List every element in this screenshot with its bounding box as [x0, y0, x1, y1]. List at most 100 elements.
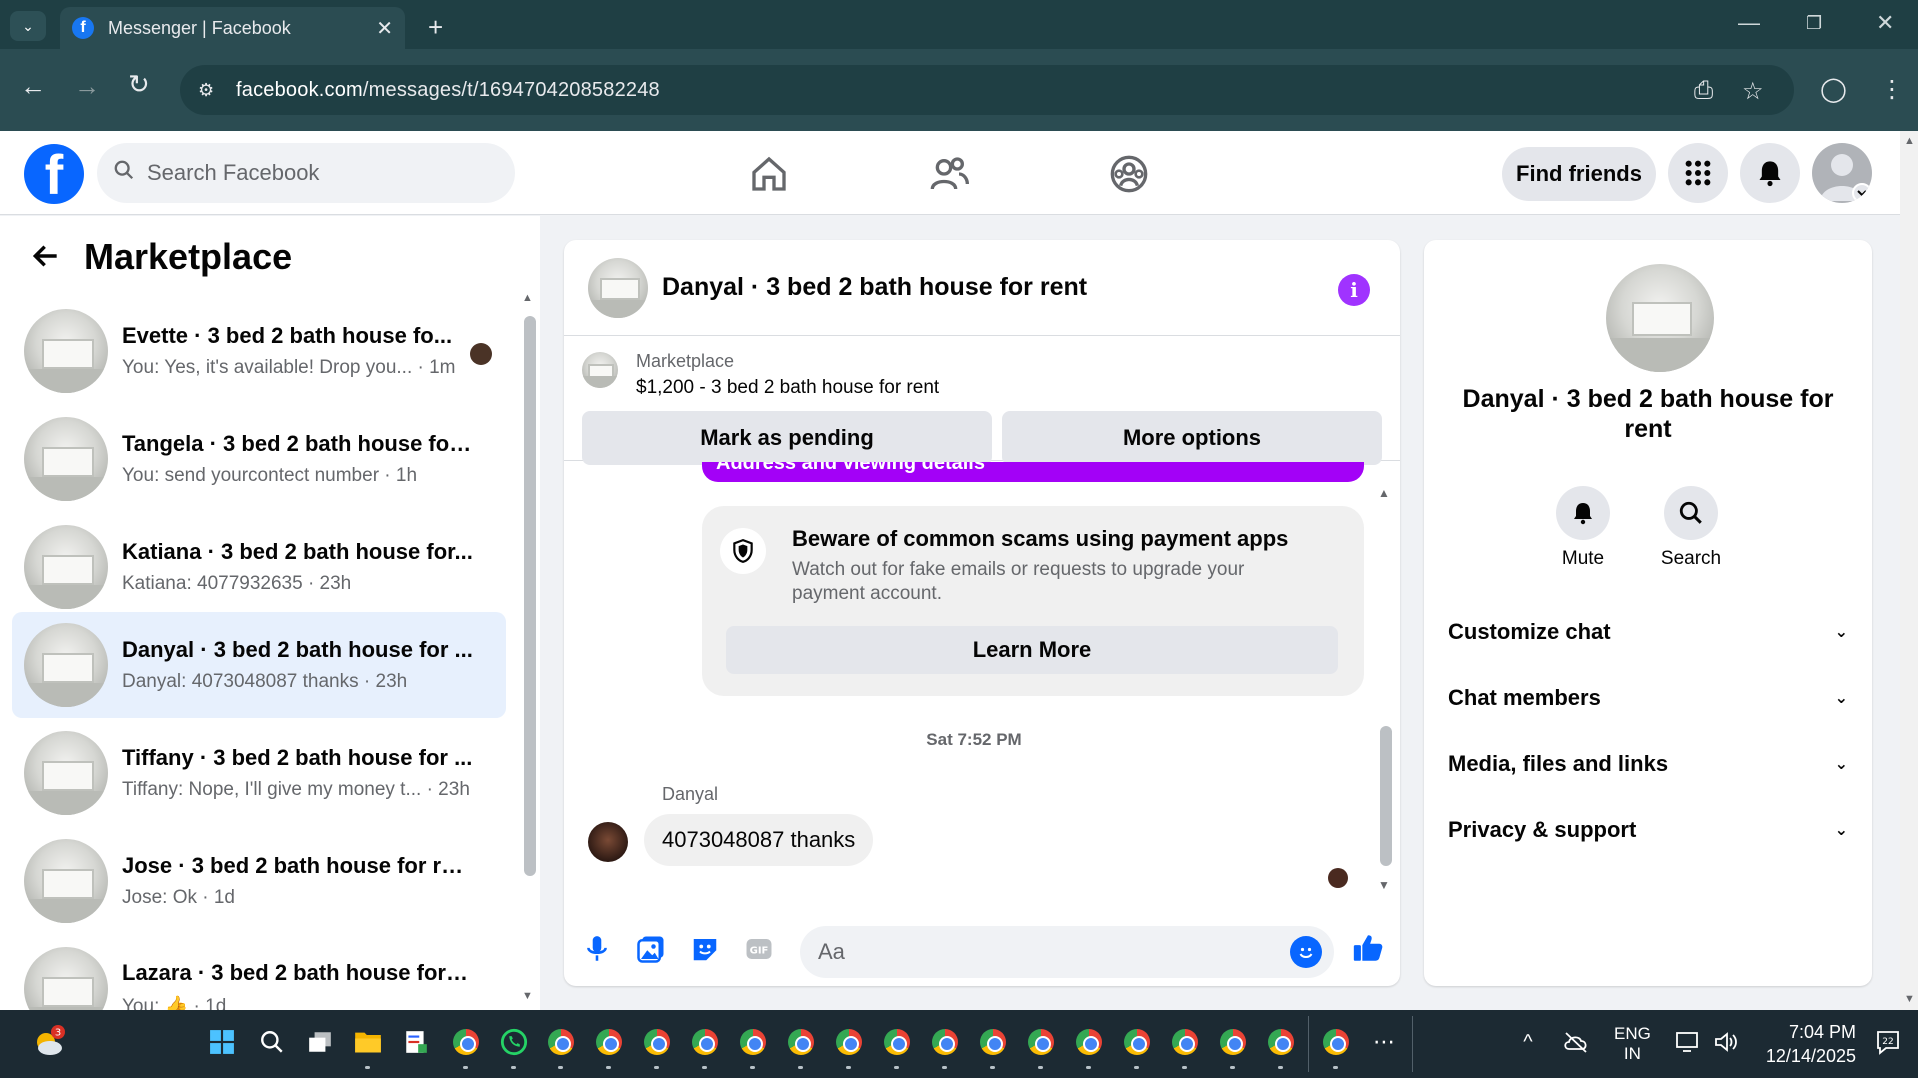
- back-arrow-icon[interactable]: [30, 240, 62, 280]
- chrome-icon[interactable]: [450, 1026, 482, 1058]
- chat-row[interactable]: Katiana · 3 bed 2 bath house for... Katia…: [12, 514, 506, 620]
- home-icon[interactable]: [744, 149, 794, 199]
- minimize-icon[interactable]: —: [1738, 10, 1760, 36]
- emoji-icon[interactable]: [1290, 936, 1322, 968]
- chrome-icon[interactable]: [593, 1026, 625, 1058]
- scroll-down-arrow-icon[interactable]: ▼: [1378, 878, 1390, 892]
- tab-search-chevron-icon[interactable]: ⌄: [10, 11, 46, 41]
- learn-more-button[interactable]: Learn More: [726, 626, 1338, 674]
- address-bar[interactable]: ⚙ facebook.com/messages/t/16947042085822…: [180, 65, 1794, 115]
- scroll-up-arrow-icon[interactable]: ▲: [1904, 135, 1915, 147]
- chrome-icon[interactable]: [1073, 1026, 1105, 1058]
- windows-start-icon[interactable]: [206, 1026, 238, 1058]
- chat-row[interactable]: Jose · 3 bed 2 bath house for rent Jose: …: [12, 828, 506, 934]
- chrome-active-icon[interactable]: [1320, 1026, 1352, 1058]
- volume-icon[interactable]: [1710, 1026, 1742, 1058]
- mute-button[interactable]: Mute: [1538, 486, 1628, 570]
- conversation-avatar[interactable]: [588, 257, 648, 318]
- window-close-icon[interactable]: ✕: [1876, 10, 1894, 36]
- scroll-up-arrow-icon[interactable]: ▲: [522, 292, 533, 304]
- search-icon[interactable]: [256, 1026, 288, 1058]
- conversation-scrollbar[interactable]: [1380, 726, 1392, 866]
- menu-grid-icon[interactable]: [1668, 143, 1728, 203]
- task-view-icon[interactable]: [304, 1026, 336, 1058]
- scroll-up-arrow-icon[interactable]: ▲: [1378, 486, 1390, 500]
- more-overflow-icon[interactable]: ⋯: [1368, 1026, 1400, 1058]
- more-options-button[interactable]: More options: [1002, 411, 1382, 465]
- account-avatar[interactable]: [1812, 143, 1872, 203]
- page-scrollbar[interactable]: ▲ ▼: [1900, 131, 1918, 1010]
- chrome-icon[interactable]: [1217, 1026, 1249, 1058]
- back-icon[interactable]: ←: [20, 71, 46, 102]
- new-tab-icon[interactable]: +: [428, 12, 443, 43]
- photo-icon[interactable]: [634, 932, 668, 966]
- chat-row-active[interactable]: Danyal · 3 bed 2 bath house for ... Danya…: [12, 612, 506, 718]
- chrome-icon[interactable]: [785, 1026, 817, 1058]
- chat-members-section[interactable]: Chat members ⌄: [1448, 678, 1848, 718]
- scroll-down-arrow-icon[interactable]: ▼: [1904, 993, 1915, 1005]
- microphone-icon[interactable]: [580, 932, 614, 966]
- mark-as-pending-button[interactable]: Mark as pending: [582, 411, 992, 465]
- conversation-title[interactable]: Danyal · 3 bed 2 bath house for rent: [662, 273, 1087, 302]
- whatsapp-icon[interactable]: [498, 1026, 530, 1058]
- listing-thumbnail[interactable]: [582, 352, 618, 388]
- search-in-conversation-button[interactable]: Search: [1646, 486, 1736, 570]
- chrome-icon[interactable]: [1121, 1026, 1153, 1058]
- message-input-field[interactable]: [800, 926, 1334, 978]
- chrome-icon[interactable]: [641, 1026, 673, 1058]
- chrome-icon[interactable]: [833, 1026, 865, 1058]
- chat-row[interactable]: Tiffany · 3 bed 2 bath house for ... Tiff…: [12, 720, 506, 826]
- file-explorer-icon[interactable]: [352, 1026, 384, 1058]
- input-language[interactable]: ENG IN: [1614, 1024, 1651, 1064]
- privacy-support-section[interactable]: Privacy & support ⌄: [1448, 810, 1848, 850]
- site-info-icon[interactable]: ⚙: [198, 80, 228, 101]
- chrome-icon[interactable]: [1169, 1026, 1201, 1058]
- chrome-icon[interactable]: [881, 1026, 913, 1058]
- notifications-bell-icon[interactable]: [1740, 143, 1800, 203]
- chrome-icon[interactable]: [1025, 1026, 1057, 1058]
- facebook-search[interactable]: [97, 143, 515, 203]
- sticker-icon[interactable]: [688, 932, 722, 966]
- reload-icon[interactable]: ↻: [128, 69, 150, 100]
- chrome-icon[interactable]: [977, 1026, 1009, 1058]
- sender-avatar[interactable]: [588, 822, 628, 862]
- forward-icon[interactable]: →: [74, 71, 100, 102]
- media-files-links-section[interactable]: Media, files and links ⌄: [1448, 744, 1848, 784]
- browser-tab[interactable]: f Messenger | Facebook ✕: [60, 7, 405, 49]
- restore-icon[interactable]: ❐: [1806, 13, 1822, 34]
- bookmark-star-icon[interactable]: ☆: [1742, 77, 1764, 106]
- chrome-icon[interactable]: [545, 1026, 577, 1058]
- message-input[interactable]: [818, 939, 1258, 965]
- find-friends-button[interactable]: Find friends: [1502, 147, 1656, 201]
- info-icon[interactable]: i: [1338, 274, 1370, 306]
- listing-price[interactable]: $1,200 - 3 bed 2 bath house for rent: [636, 377, 939, 399]
- chat-row[interactable]: Evette · 3 bed 2 bath house fo... You: Ye…: [12, 298, 506, 404]
- notepad-app-icon[interactable]: [400, 1026, 432, 1058]
- like-thumbs-up-icon[interactable]: [1348, 928, 1388, 968]
- chrome-icon[interactable]: [929, 1026, 961, 1058]
- tab-close-icon[interactable]: ✕: [376, 16, 393, 41]
- chrome-menu-icon[interactable]: ⋮: [1880, 75, 1904, 104]
- facebook-logo[interactable]: f: [24, 144, 84, 204]
- weather-widget-icon[interactable]: 3: [30, 1024, 66, 1060]
- install-app-icon[interactable]: ⎙: [1694, 77, 1713, 105]
- chrome-icon[interactable]: [737, 1026, 769, 1058]
- groups-icon[interactable]: [1104, 149, 1154, 199]
- gif-icon[interactable]: GIF: [742, 932, 776, 966]
- network-icon[interactable]: [1672, 1026, 1704, 1058]
- received-message-bubble[interactable]: 4073048087 thanks: [644, 814, 874, 866]
- chat-row[interactable]: Lazara · 3 bed 2 bath house for r... You:…: [12, 936, 506, 1010]
- chat-list-scrollbar[interactable]: [524, 316, 536, 876]
- profile-icon[interactable]: ◯: [1820, 75, 1847, 104]
- system-clock[interactable]: 7:04 PM 12/14/2025: [1760, 1020, 1856, 1068]
- chat-row[interactable]: Tangela · 3 bed 2 bath house for... You: …: [12, 406, 506, 512]
- cloud-offline-icon[interactable]: [1560, 1026, 1592, 1058]
- friends-icon[interactable]: [924, 149, 974, 199]
- customize-chat-section[interactable]: Customize chat ⌄: [1448, 612, 1848, 652]
- show-hidden-icons-chevron-icon[interactable]: ^: [1512, 1026, 1544, 1058]
- chrome-icon[interactable]: [1265, 1026, 1297, 1058]
- facebook-search-input[interactable]: [147, 160, 447, 186]
- scroll-down-arrow-icon[interactable]: ▼: [522, 990, 533, 1002]
- chrome-icon[interactable]: [689, 1026, 721, 1058]
- notification-center-icon[interactable]: 22: [1872, 1026, 1904, 1058]
